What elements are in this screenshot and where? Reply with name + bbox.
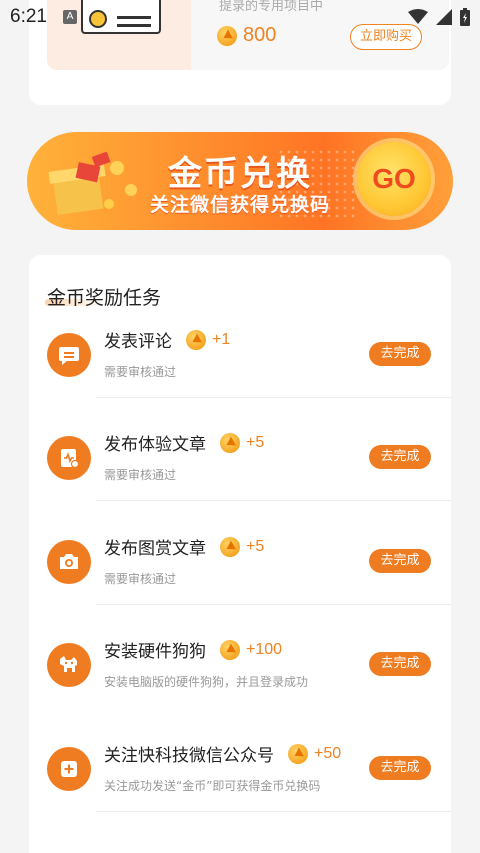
divider [96,604,451,605]
reward-value: +50 [314,744,342,762]
coin-icon [288,743,308,764]
task-title: 发布图赏文章 [104,539,206,559]
camera-icon [47,540,91,584]
signal-icon [436,9,452,25]
coin-icon [220,536,240,557]
coin-icon [220,639,240,660]
reward-value: +5 [246,537,265,555]
task-item: 关注快科技微信公众号 +50 关注成功发送“金币”即可获得金币兑换码 去完成 [29,743,451,850]
task-title: 发布体验文章 [104,435,206,455]
status-time: 6:21 [10,6,47,27]
task-name: 发布体验文章 +5 [104,430,264,455]
task-description: 关注成功发送“金币”即可获得金币兑换码 [104,779,321,793]
reward-value: +100 [246,640,283,658]
plus-icon [47,747,91,791]
status-bar: 6:21 A [0,0,480,34]
task-name: 安装硬件狗狗 +100 [104,637,282,662]
task-reward: +1 [186,329,231,350]
go-complete-button[interactable]: 去完成 [369,445,431,469]
task-name: 发表评论 +1 [104,327,230,352]
status-icons [408,8,470,26]
task-item: 发布体验文章 +5 需要审核通过 去完成 [29,432,451,539]
go-complete-button[interactable]: 去完成 [369,342,431,366]
task-name: 关注快科技微信公众号 +50 [104,741,341,766]
task-title: 安装硬件狗狗 [104,642,206,662]
dog-icon [47,643,91,687]
coin-icon [186,329,206,350]
wifi-icon [408,9,428,24]
task-name: 发布图赏文章 +5 [104,534,264,559]
go-complete-button[interactable]: 去完成 [369,652,431,676]
comment-icon [47,333,91,377]
go-complete-button[interactable]: 去完成 [369,549,431,573]
task-description: 安装电脑版的硬件狗狗，并且登录成功 [104,675,309,689]
reward-value: +1 [212,330,231,348]
task-description: 需要审核通过 [104,468,177,482]
reward-value: +5 [246,433,265,451]
task-item: 安装硬件狗狗 +100 安装电脑版的硬件狗狗，并且登录成功 去完成 [29,639,451,746]
battery-icon [460,8,470,26]
task-title: 发表评论 [104,332,172,352]
go-button[interactable]: GO [357,142,431,216]
divider [96,811,451,812]
task-reward: +5 [220,432,265,453]
task-reward: +50 [288,743,342,764]
task-reward: +100 [220,639,283,660]
task-description: 需要审核通过 [104,365,177,379]
tasks-title: 金币奖励任务 [47,287,162,309]
divider [96,397,451,398]
task-item: 发表评论 +1 需要审核通过 去完成 [29,329,451,436]
coin-exchange-banner[interactable]: 金币兑换 关注微信获得兑换码 GO [27,132,453,230]
go-complete-button[interactable]: 去完成 [369,756,431,780]
coin-tasks-card: 金币奖励任务 发表评论 +1 需要审核通过 去完成 发布体验文章 +5 需要审核… [29,255,451,853]
task-title: 关注快科技微信公众号 [104,746,274,766]
divider [96,500,451,501]
task-description: 需要审核通过 [104,572,177,586]
task-reward: +5 [220,536,265,557]
task-item: 发布图赏文章 +5 需要审核通过 去完成 [29,536,451,643]
coin-icon [220,432,240,453]
article-icon [47,436,91,480]
notification-icon: A [62,10,77,24]
